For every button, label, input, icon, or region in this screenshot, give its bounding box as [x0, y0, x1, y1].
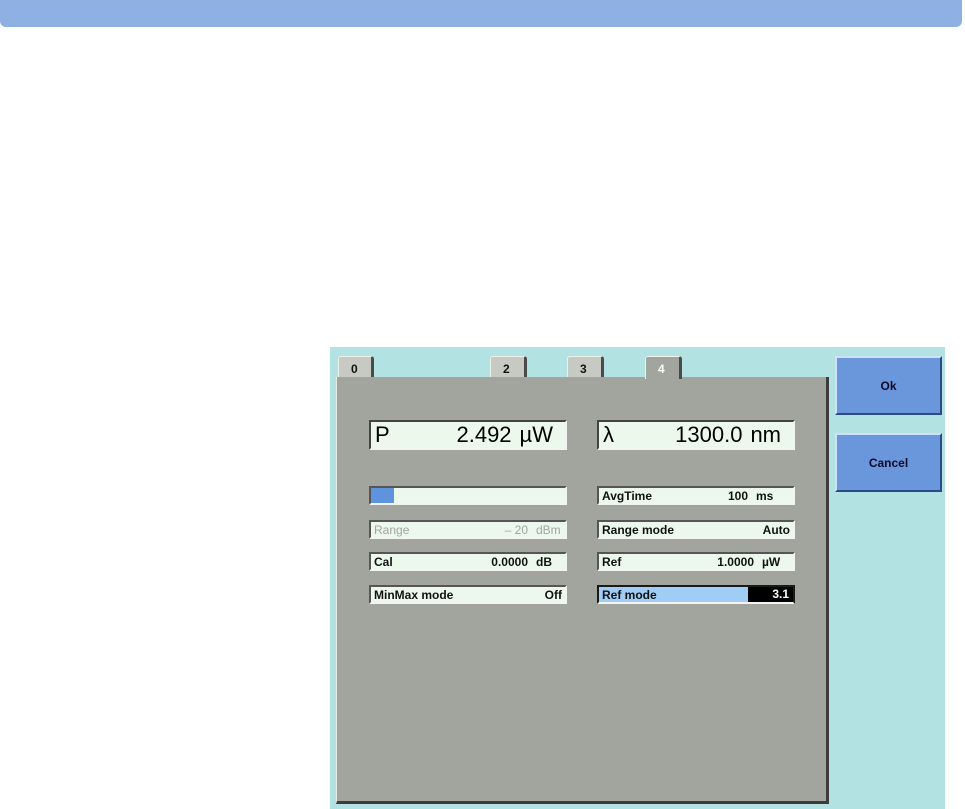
- range-field: Range – 20 dBm: [369, 520, 567, 539]
- tab-0[interactable]: 0: [338, 356, 374, 378]
- ref-mode-field[interactable]: Ref mode 3.1: [597, 585, 795, 604]
- cal-field[interactable]: Cal 0.0000 dB: [369, 552, 567, 571]
- tab-2[interactable]: 2: [490, 356, 527, 378]
- range-mode-label: Range mode: [602, 522, 675, 537]
- signal-level-fill: [371, 488, 395, 503]
- ref-value: 1.0000: [717, 554, 754, 569]
- power-symbol: P: [375, 422, 390, 447]
- range-label: Range: [374, 522, 410, 537]
- tab-2-label: 2: [503, 362, 510, 376]
- ref-field[interactable]: Ref 1.0000 µW: [597, 552, 795, 571]
- wavelength-readout[interactable]: λ 1300.0 nm: [597, 420, 795, 450]
- range-mode-field[interactable]: Range mode Auto: [597, 520, 795, 539]
- range-value: – 20: [504, 522, 528, 537]
- minmax-mode-field[interactable]: MinMax mode Off: [369, 585, 567, 604]
- minmax-mode-label: MinMax mode: [374, 587, 454, 602]
- ok-button-label: Ok: [880, 378, 897, 393]
- tab-3[interactable]: 3: [567, 356, 604, 378]
- cal-value: 0.0000: [491, 554, 528, 569]
- avgtime-value: 100: [727, 488, 748, 503]
- ok-button[interactable]: Ok: [835, 356, 942, 415]
- tab-4-label: 4: [658, 362, 665, 376]
- cancel-button[interactable]: Cancel: [835, 433, 942, 492]
- power-value: 2.492: [456, 422, 512, 447]
- ref-mode-value: 3.1: [748, 587, 793, 602]
- wavelength-unit: nm: [750, 422, 781, 447]
- cal-unit: dB: [536, 554, 552, 569]
- range-unit: dBm: [536, 522, 561, 537]
- tab-3-label: 3: [580, 362, 587, 376]
- wavelength-symbol: λ: [603, 422, 614, 447]
- title-bar: [0, 0, 962, 27]
- power-unit: µW: [519, 422, 553, 447]
- ref-unit: µW: [762, 554, 781, 569]
- ref-label: Ref: [602, 554, 622, 569]
- wavelength-value: 1300.0: [675, 422, 743, 447]
- minmax-mode-value: Off: [544, 587, 562, 602]
- cal-label: Cal: [374, 554, 393, 569]
- tab-0-label: 0: [351, 362, 358, 376]
- power-readout: P 2.492 µW: [369, 420, 567, 450]
- avgtime-unit: ms: [756, 488, 774, 503]
- tab-4[interactable]: 4: [645, 356, 682, 379]
- ref-mode-label: Ref mode: [602, 587, 657, 602]
- avgtime-field[interactable]: AvgTime 100 ms: [597, 486, 795, 505]
- cancel-button-label: Cancel: [868, 455, 909, 470]
- signal-level-bar: [369, 486, 567, 505]
- range-mode-value: Auto: [762, 522, 790, 537]
- avgtime-label: AvgTime: [602, 488, 653, 503]
